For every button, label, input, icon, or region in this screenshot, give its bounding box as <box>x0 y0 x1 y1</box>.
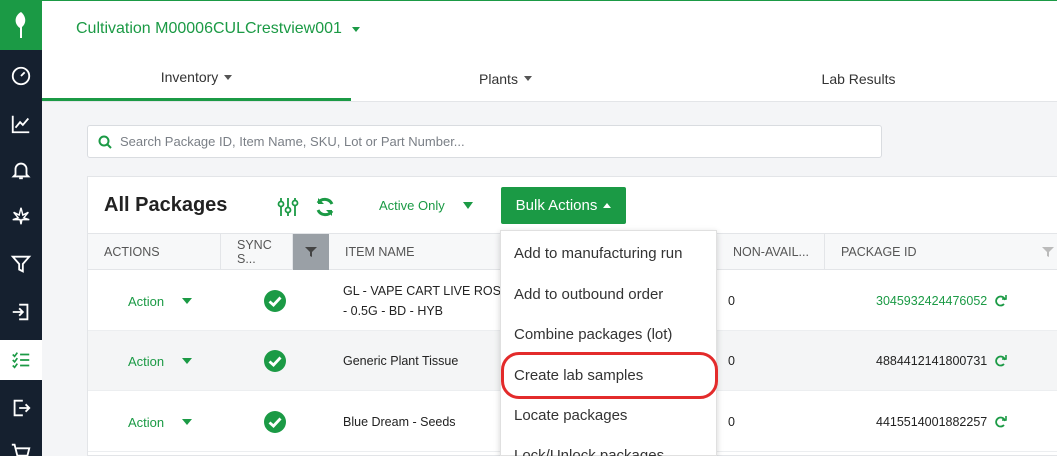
column-header-non-available[interactable]: NON-AVAIL... <box>717 234 825 270</box>
leaf-logo-icon[interactable] <box>0 0 42 50</box>
status-filter-select[interactable]: Active Only <box>379 198 473 213</box>
caret-down-icon <box>182 358 193 364</box>
caret-down-icon <box>182 419 193 425</box>
item-name: GL - VAPE CART LIVE ROSIN - 0.5G - BD - … <box>343 284 514 318</box>
main-tabs: Inventory Plants Lab Results <box>42 56 1057 102</box>
refresh-icon[interactable] <box>995 295 1008 307</box>
tab-plants[interactable]: Plants <box>351 56 660 101</box>
page-title: All Packages <box>104 194 228 216</box>
non-available-value: 0 <box>728 415 735 429</box>
item-name: Blue Dream - Seeds <box>343 415 456 429</box>
sync-check-icon <box>263 392 287 452</box>
caret-down-icon <box>182 298 193 304</box>
tab-inventory[interactable]: Inventory <box>42 56 351 101</box>
sign-in-icon[interactable] <box>0 292 42 332</box>
tab-lab-results[interactable]: Lab Results <box>660 56 1057 101</box>
search-icon <box>98 135 112 149</box>
package-id[interactable]: 3045932424476052 <box>876 271 1008 331</box>
funnel-icon[interactable] <box>0 244 42 284</box>
annotation-highlight-outline <box>501 352 718 399</box>
caret-up-icon <box>603 203 612 208</box>
tab-label: Inventory <box>160 69 219 85</box>
column-header-sync-status[interactable]: SYNC S... <box>221 234 293 270</box>
chart-line-icon[interactable] <box>0 104 42 144</box>
bell-icon[interactable] <box>0 150 42 190</box>
row-action-dropdown[interactable]: Action <box>128 271 193 331</box>
caret-down-icon <box>462 202 473 209</box>
menu-item-combine-packages[interactable]: Combine packages (lot) <box>501 314 718 354</box>
column-header-actions[interactable]: ACTIONS <box>88 234 221 270</box>
sign-out-icon[interactable] <box>0 388 42 428</box>
cannabis-leaf-icon[interactable] <box>0 196 42 236</box>
non-available-value: 0 <box>728 294 735 308</box>
chevron-down-icon <box>351 26 360 32</box>
bulk-actions-menu: Add to manufacturing run Add to outbound… <box>500 230 717 456</box>
package-id: 4884412141800731 <box>876 331 1008 391</box>
column-filter-icon[interactable] <box>1030 234 1057 270</box>
tab-label: Lab Results <box>821 70 896 87</box>
package-id: 4415514001882257 <box>876 392 1008 452</box>
filter-value: Active Only <box>379 198 445 213</box>
menu-item-lock-unlock-packages[interactable]: Lock/Unlock packages <box>501 435 718 456</box>
tab-label: Plants <box>479 70 518 87</box>
menu-item-add-to-outbound-order[interactable]: Add to outbound order <box>501 274 718 314</box>
cart-icon[interactable] <box>0 432 42 456</box>
sliders-icon[interactable] <box>276 195 300 219</box>
checklist-icon[interactable] <box>0 340 42 380</box>
row-action-dropdown[interactable]: Action <box>128 331 193 391</box>
search-input[interactable] <box>120 134 860 149</box>
sync-check-icon <box>263 271 287 331</box>
chevron-down-icon <box>224 74 233 80</box>
dashboard-gauge-icon[interactable] <box>0 56 42 96</box>
facility-name: Cultivation M00006CULCrestview001 <box>76 20 342 37</box>
facility-selector[interactable]: Cultivation M00006CULCrestview001 <box>76 20 360 38</box>
refresh-icon[interactable] <box>313 195 337 219</box>
column-header-package-id[interactable]: PACKAGE ID <box>825 234 1057 270</box>
menu-item-locate-packages[interactable]: Locate packages <box>501 395 718 435</box>
refresh-icon[interactable] <box>995 355 1008 367</box>
chevron-down-icon <box>523 76 532 81</box>
sync-check-icon <box>263 331 287 391</box>
row-action-dropdown[interactable]: Action <box>128 392 193 452</box>
search-box <box>87 125 882 158</box>
non-available-value: 0 <box>728 354 735 368</box>
item-name: Generic Plant Tissue <box>343 354 459 368</box>
column-filter-icon[interactable] <box>293 234 329 270</box>
refresh-icon[interactable] <box>995 416 1008 428</box>
menu-item-add-to-manufacturing-run[interactable]: Add to manufacturing run <box>501 233 718 273</box>
sidebar <box>0 0 42 456</box>
bulk-actions-button[interactable]: Bulk Actions <box>501 187 626 224</box>
bulk-actions-label: Bulk Actions <box>515 197 598 214</box>
top-header: Cultivation M00006CULCrestview001 <box>42 0 1057 56</box>
